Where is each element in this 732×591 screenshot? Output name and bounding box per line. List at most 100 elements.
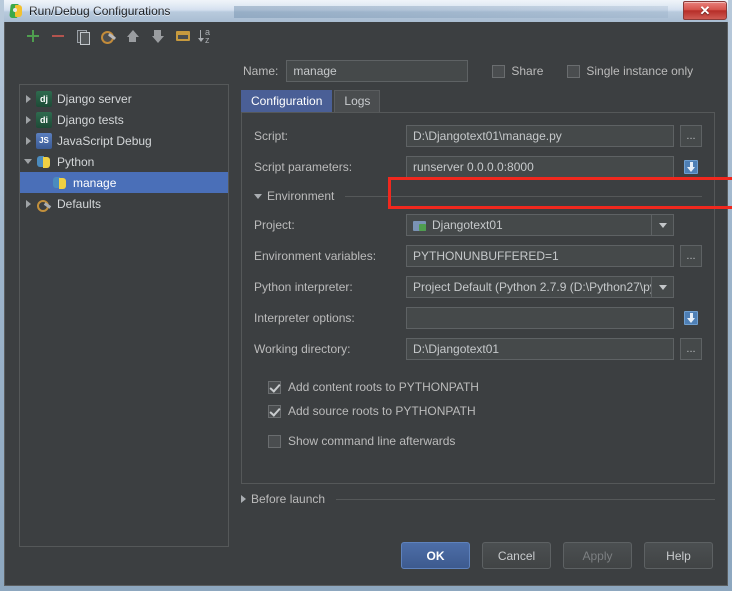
ok-button[interactable]: OK	[401, 542, 470, 569]
interpreter-options-input[interactable]	[406, 307, 674, 329]
environment-variables-input[interactable]: PYTHONUNBUFFERED=1	[406, 245, 674, 267]
script-label: Script:	[254, 129, 289, 143]
project-row: Project: Djangotext01	[254, 212, 702, 238]
single-instance-checkbox[interactable]: Single instance only	[567, 64, 693, 78]
sort-alphabetical-button[interactable]: az	[198, 28, 216, 45]
section-divider	[345, 195, 702, 197]
working-directory-row: Working directory: D:\Djangotext01 ...	[254, 336, 702, 362]
edit-defaults-button[interactable]	[100, 28, 116, 44]
chevron-right-icon[interactable]	[20, 116, 36, 124]
tree-item-label: Python	[57, 154, 95, 169]
chevron-right-icon[interactable]	[20, 137, 36, 145]
show-command-line-checkbox[interactable]: Show command line afterwards	[254, 429, 702, 453]
interpreter-options-label: Interpreter options:	[254, 311, 355, 325]
tree-item-label: Defaults	[57, 196, 102, 211]
close-icon: ✕	[699, 3, 711, 18]
python-interpreter-select[interactable]: Project Default (Python 2.7.9 (D:\Python…	[406, 276, 674, 298]
tree-item-django-server[interactable]: dj Django server	[20, 88, 228, 109]
configurations-toolbar: az	[5, 22, 727, 50]
project-label: Project:	[254, 218, 295, 232]
name-label: Name:	[243, 64, 279, 78]
environment-section-header[interactable]: Environment	[254, 186, 702, 206]
configurations-tree[interactable]: dj Django server di Django tests JS Java…	[19, 84, 229, 547]
working-directory-input[interactable]: D:\Djangotext01	[406, 338, 674, 360]
dialog-window: Run/Debug Configurations ✕ az Name: mana…	[0, 0, 732, 591]
remove-button[interactable]	[50, 28, 66, 44]
python-interpreter-label: Python interpreter:	[254, 280, 353, 294]
dialog-body: az Name: manage Share Single instance on…	[4, 22, 732, 586]
django-tests-icon: di	[36, 111, 52, 128]
chevron-down-icon[interactable]	[20, 159, 36, 164]
share-checkbox[interactable]: Share	[492, 64, 543, 78]
share-label: Share	[511, 64, 544, 78]
tab-bar: Configuration Logs	[241, 90, 715, 112]
tab-logs[interactable]: Logs	[334, 90, 381, 112]
project-folder-icon	[413, 219, 427, 232]
before-launch-section[interactable]: Before launch	[241, 492, 715, 506]
environment-section-label: Environment	[267, 189, 335, 203]
script-parameters-label: Script parameters:	[254, 160, 353, 174]
tree-item-django-tests[interactable]: di Django tests	[20, 109, 228, 130]
dialog-button-bar: OK Cancel Apply Help	[401, 542, 713, 569]
script-input[interactable]: D:\Djangotext01\manage.py	[406, 125, 674, 147]
add-source-roots-checkbox[interactable]: Add source roots to PYTHONPATH	[254, 399, 702, 423]
share-checkbox-box	[492, 64, 506, 78]
tree-item-label: JavaScript Debug	[57, 133, 152, 148]
javascript-icon: JS	[36, 132, 52, 149]
apply-button[interactable]: Apply	[563, 542, 632, 569]
django-server-icon: dj	[36, 90, 52, 107]
python-interpreter-row: Python interpreter: Project Default (Pyt…	[254, 274, 702, 300]
move-up-button[interactable]	[125, 28, 141, 44]
tree-item-defaults[interactable]: Defaults	[20, 193, 228, 214]
chevron-down-icon[interactable]	[651, 277, 673, 297]
expand-icon	[684, 311, 698, 325]
chevron-right-icon[interactable]	[20, 95, 36, 103]
chevron-down-icon[interactable]	[254, 193, 262, 199]
add-source-roots-checkbox-box	[268, 404, 281, 418]
python-icon	[52, 175, 68, 191]
copy-button[interactable]	[75, 28, 91, 45]
defaults-icon	[36, 196, 52, 212]
chevron-right-icon[interactable]	[241, 495, 246, 503]
environment-variables-row: Environment variables: PYTHONUNBUFFERED=…	[254, 243, 702, 269]
tree-item-manage[interactable]: manage	[20, 172, 228, 193]
cancel-button[interactable]: Cancel	[482, 542, 551, 569]
interpreter-options-row: Interpreter options:	[254, 305, 702, 331]
pycharm-icon	[8, 3, 24, 19]
name-row: Name: manage Share Single instance only	[243, 58, 715, 84]
configuration-panel: Script: D:\Djangotext01\manage.py ... Sc…	[241, 112, 732, 484]
working-directory-label: Working directory:	[254, 342, 351, 356]
move-down-button[interactable]	[150, 28, 166, 44]
single-instance-checkbox-box	[567, 64, 581, 78]
add-button[interactable]	[25, 28, 41, 44]
expand-icon	[684, 160, 698, 174]
help-button[interactable]: Help	[644, 542, 713, 569]
close-button[interactable]: ✕	[683, 1, 727, 20]
chevron-down-icon[interactable]	[651, 215, 673, 235]
configuration-editor: Configuration Logs Script: D:\Djangotext…	[241, 90, 732, 577]
add-content-roots-checkbox-box	[268, 380, 281, 394]
project-select[interactable]: Djangotext01	[406, 214, 674, 236]
title-bar: Run/Debug Configurations ✕	[4, 0, 728, 22]
script-parameters-input[interactable]: runserver 0.0.0.0:8000	[406, 156, 674, 178]
project-value: Djangotext01	[432, 218, 503, 232]
add-content-roots-checkbox[interactable]: Add content roots to PYTHONPATH	[254, 375, 702, 399]
add-content-roots-label: Add content roots to PYTHONPATH	[288, 380, 479, 394]
chevron-right-icon[interactable]	[20, 200, 36, 208]
tree-item-label: Django server	[57, 91, 132, 106]
environment-variables-browse-button[interactable]: ...	[680, 245, 702, 267]
add-source-roots-label: Add source roots to PYTHONPATH	[288, 404, 476, 418]
background-window-bleed	[234, 6, 668, 18]
name-input[interactable]: manage	[286, 60, 469, 82]
tree-item-javascript-debug[interactable]: JS JavaScript Debug	[20, 130, 228, 151]
script-browse-button[interactable]: ...	[680, 125, 702, 147]
interpreter-options-expand-button[interactable]	[680, 307, 702, 329]
python-interpreter-value: Project Default (Python 2.7.9 (D:\Python…	[413, 280, 651, 294]
tab-configuration[interactable]: Configuration	[241, 90, 333, 112]
python-icon	[36, 154, 52, 170]
tree-item-label: manage	[73, 175, 117, 190]
working-directory-browse-button[interactable]: ...	[680, 338, 702, 360]
tree-item-python[interactable]: Python	[20, 151, 228, 172]
script-parameters-expand-button[interactable]	[680, 156, 702, 178]
new-folder-button[interactable]	[175, 28, 191, 44]
